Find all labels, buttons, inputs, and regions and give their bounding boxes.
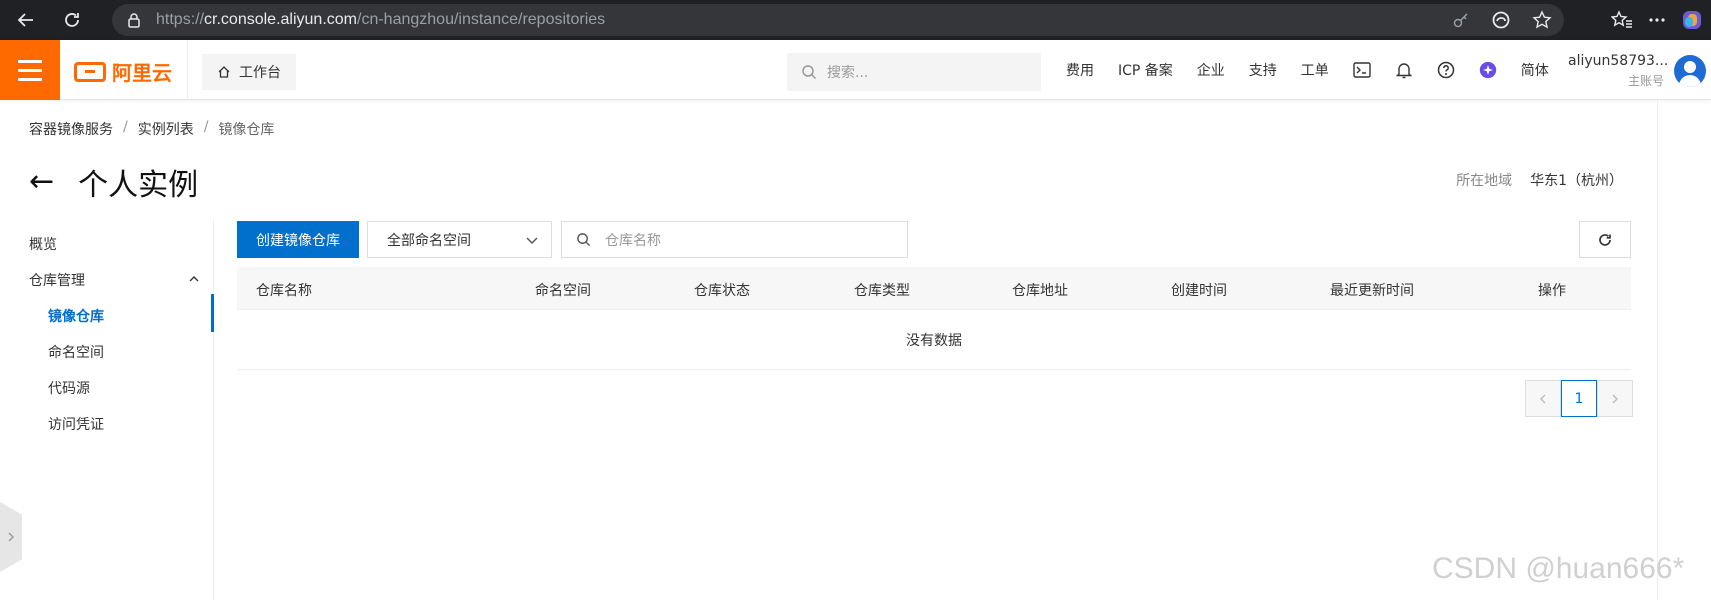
chevron-right-icon: [1612, 394, 1618, 403]
breadcrumb-separator: /: [203, 119, 209, 135]
chevron-right-icon: [8, 532, 14, 542]
key-icon[interactable]: [1452, 11, 1470, 29]
region-label: 所在地域: [1456, 173, 1513, 189]
user-role: 主账号: [1627, 74, 1664, 88]
back-nav-button[interactable]: [6, 0, 46, 40]
sidebar-group-repo-management[interactable]: 仓库管理: [29, 270, 85, 290]
browser-actions: [1611, 0, 1711, 40]
column-header-repo-type: 仓库类型: [854, 283, 910, 299]
help-icon[interactable]: [1437, 61, 1455, 79]
nav-link-support[interactable]: 支持: [1249, 60, 1277, 80]
user-account[interactable]: aliyun58793... 主账号: [1568, 53, 1669, 89]
column-header-repo-address: 仓库地址: [1012, 283, 1068, 299]
url-text: https://cr.console.aliyun.com/cn-hangzho…: [156, 11, 605, 29]
global-search-input[interactable]: 搜索...: [787, 53, 1041, 91]
nav-link-ticket[interactable]: 工单: [1301, 60, 1329, 80]
address-bar-actions: [1452, 4, 1552, 36]
url-prefix: https://: [156, 11, 205, 28]
breadcrumb-item-cr-service[interactable]: 容器镜像服务: [29, 119, 113, 139]
region-value: 华东1（杭州）: [1530, 173, 1623, 189]
namespace-select[interactable]: 全部命名空间: [367, 221, 552, 258]
breadcrumb-current: 镜像仓库: [218, 122, 275, 138]
search-icon: [802, 65, 817, 80]
nav-divider: [187, 40, 188, 100]
repo-search-placeholder: 仓库名称: [605, 232, 661, 249]
lock-icon: [128, 13, 140, 28]
page-number-button[interactable]: 1: [1561, 380, 1597, 417]
table-header: 仓库名称 命名空间 仓库状态 仓库类型 仓库地址 创建时间 最近更新时间 操作: [237, 267, 1631, 310]
more-icon[interactable]: [1647, 10, 1667, 30]
avatar[interactable]: [1674, 55, 1706, 87]
browser-toolbar: https://cr.console.aliyun.com/cn-hangzho…: [0, 0, 1711, 40]
sidebar-item-namespace[interactable]: 命名空间: [48, 342, 104, 362]
hamburger-line: [18, 59, 42, 63]
aliyun-logo[interactable]: 阿里云: [74, 57, 172, 86]
column-header-created-time: 创建时间: [1171, 283, 1227, 299]
language-switch[interactable]: 简体: [1521, 60, 1549, 80]
page-title: 个人实例: [78, 168, 199, 203]
chevron-down-icon: [526, 236, 538, 244]
column-header-repo-name: 仓库名称: [256, 283, 312, 299]
pagination: 1: [1525, 380, 1633, 417]
hamburger-line: [18, 77, 42, 81]
cloud-shell-icon[interactable]: [1353, 61, 1371, 79]
sidebar-item-overview[interactable]: 概览: [29, 234, 57, 254]
user-name: aliyun58793...: [1568, 53, 1669, 69]
column-header-actions: 操作: [1538, 283, 1566, 299]
sidebar-item-image-repo[interactable]: 镜像仓库: [48, 306, 104, 326]
url-host: cr.console.aliyun.com: [204, 11, 357, 28]
region-info: 所在地域 华东1（杭州）: [1456, 170, 1623, 190]
ai-assistant-icon[interactable]: [1479, 61, 1497, 79]
breadcrumb-item-instance-list[interactable]: 实例列表: [138, 119, 194, 139]
column-header-namespace: 命名空间: [535, 283, 591, 299]
reload-icon: [65, 13, 79, 27]
refresh-icon: [1599, 233, 1611, 246]
prev-page-button[interactable]: [1525, 380, 1561, 417]
hamburger-menu-button[interactable]: [0, 40, 60, 100]
right-divider: [1657, 100, 1658, 600]
table-empty-state: 没有数据: [237, 310, 1631, 370]
nav-link-enterprise[interactable]: 企业: [1197, 60, 1225, 80]
top-links: 费用 ICP 备案 企业 支持 工单 简体: [1066, 40, 1549, 100]
breadcrumb-separator: /: [123, 119, 128, 135]
column-header-updated-time: 最近更新时间: [1330, 283, 1414, 299]
logo-text: 阿里云: [112, 61, 172, 85]
aliyun-logo-mark-icon: [74, 61, 106, 82]
empty-text: 没有数据: [906, 332, 962, 349]
star-icon[interactable]: [1532, 10, 1552, 30]
repo-search-input[interactable]: 仓库名称: [561, 221, 908, 258]
console-top-nav: 阿里云 工作台 搜索... 费用 ICP 备案 企业 支持 工单 简体 aliy…: [0, 40, 1711, 100]
column-header-repo-status: 仓库状态: [694, 283, 750, 299]
favorites-icon[interactable]: [1611, 10, 1633, 30]
arrow-left-icon: [17, 13, 33, 27]
notification-bell-icon[interactable]: [1395, 61, 1413, 79]
workbench-label: 工作台: [239, 65, 281, 81]
search-icon: [577, 233, 591, 247]
sidebar-item-access-credential[interactable]: 访问凭证: [48, 414, 104, 434]
sidebar: 概览 仓库管理 镜像仓库 命名空间 代码源 访问凭证: [0, 220, 214, 600]
address-bar[interactable]: https://cr.console.aliyun.com/cn-hangzho…: [112, 4, 1564, 36]
next-page-button[interactable]: [1597, 380, 1633, 417]
chevron-left-icon: [1540, 394, 1546, 403]
namespace-select-value: 全部命名空间: [387, 232, 471, 249]
create-repo-button[interactable]: 创建镜像仓库: [237, 221, 359, 258]
nav-link-icp[interactable]: ICP 备案: [1118, 60, 1173, 80]
sidebar-item-code-source[interactable]: 代码源: [48, 378, 90, 398]
url-path: /cn-hangzhou/instance/repositories: [357, 11, 606, 28]
hamburger-line: [18, 68, 42, 72]
nav-link-billing[interactable]: 费用: [1066, 60, 1094, 80]
global-search-placeholder: 搜索...: [827, 65, 869, 81]
chevron-up-icon[interactable]: [188, 274, 200, 284]
refresh-button[interactable]: [1579, 221, 1631, 258]
breadcrumb: 容器镜像服务 / 实例列表 / 镜像仓库: [29, 119, 274, 139]
workbench-button[interactable]: 工作台: [202, 54, 296, 90]
watermark: CSDN @huan666*: [1432, 552, 1685, 585]
back-arrow-icon[interactable]: ←: [29, 167, 54, 197]
sidebar-active-indicator: [211, 294, 214, 332]
home-icon: [218, 66, 230, 78]
page-header: ← 个人实例: [29, 160, 198, 204]
copilot-icon[interactable]: [1681, 9, 1703, 31]
reload-button[interactable]: [52, 0, 92, 40]
edge-icon[interactable]: [1492, 11, 1510, 29]
